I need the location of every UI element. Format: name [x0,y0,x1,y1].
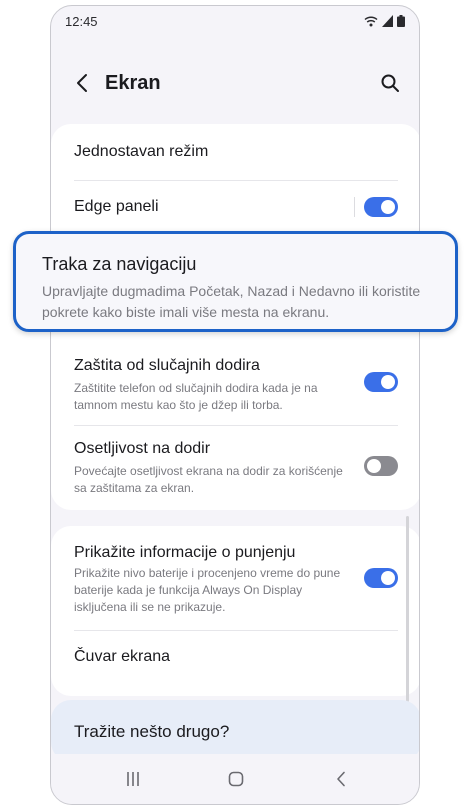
accidental-touch-toggle[interactable] [364,372,398,392]
home-icon [228,771,244,787]
setting-touch-sensitivity[interactable]: Osetljivost na dodir Povećajte osetljivo… [51,426,419,510]
setting-subtitle: Povećajte osetljivost ekrana na dodir za… [74,464,343,495]
search-button[interactable] [377,70,403,96]
nav-back-button[interactable] [329,768,353,790]
wifi-icon [364,16,378,27]
signal-icon [382,15,393,27]
edge-panels-toggle[interactable] [364,197,398,217]
phone-frame: 12:45 Ekran Jednostavan režim Edge panel… [50,5,420,805]
toggle-knob [381,200,395,214]
setting-subtitle: Prikažite nivo baterije i procenjeno vre… [74,566,341,614]
setting-subtitle: Zaštitite telefon od slučajnih dodira ka… [74,381,318,412]
setting-title: Prikažite informacije o punjenju [74,544,296,561]
scrollbar[interactable] [406,516,409,702]
search-icon [381,74,399,92]
search-something-else-card[interactable]: Tražite nešto drugo? [51,700,419,762]
nav-back-icon [337,771,345,787]
battery-icon [397,15,405,27]
status-icons [364,15,405,27]
search-prompt-label: Tražite nešto drugo? [74,722,230,741]
setting-title: Traka za navigaciju [42,254,197,274]
setting-navigation-bar[interactable]: Traka za navigaciju Upravljajte dugmadim… [13,231,458,332]
recents-button[interactable] [121,768,145,790]
setting-edge-panels[interactable]: Edge paneli [51,181,419,233]
setting-accidental-touch[interactable]: Zaštita od slučajnih dodira Zaštitite te… [51,344,419,428]
page-title: Ekran [105,72,161,94]
setting-title: Zaštita od slučajnih dodira [74,357,260,374]
status-bar: 12:45 [51,6,419,36]
setting-charging-info[interactable]: Prikažite informacije o punjenju Prikaži… [51,526,419,630]
app-header: Ekran [51,58,419,108]
setting-screen-saver[interactable]: Čuvar ekrana [51,631,419,691]
setting-title: Edge paneli [74,198,159,215]
toggle-knob [367,459,381,473]
back-button[interactable] [69,70,95,96]
setting-title: Osetljivost na dodir [74,440,211,457]
setting-simple-mode[interactable]: Jednostavan režim [51,124,419,180]
charging-info-toggle[interactable] [364,568,398,588]
toggle-knob [381,375,395,389]
system-navigation-bar [51,754,419,804]
setting-title: Jednostavan režim [74,143,209,160]
chevron-left-icon [77,74,87,92]
vertical-separator [354,197,355,217]
touch-sensitivity-toggle[interactable] [364,456,398,476]
charging-settings-card: Prikažite informacije o punjenju Prikaži… [51,526,419,696]
toggle-knob [381,571,395,585]
status-time: 12:45 [65,14,98,29]
setting-title: Čuvar ekrana [74,648,171,665]
home-button[interactable] [224,768,248,790]
setting-subtitle: Upravljajte dugmadima Početak, Nazad i N… [42,283,421,320]
recents-icon [127,772,139,786]
